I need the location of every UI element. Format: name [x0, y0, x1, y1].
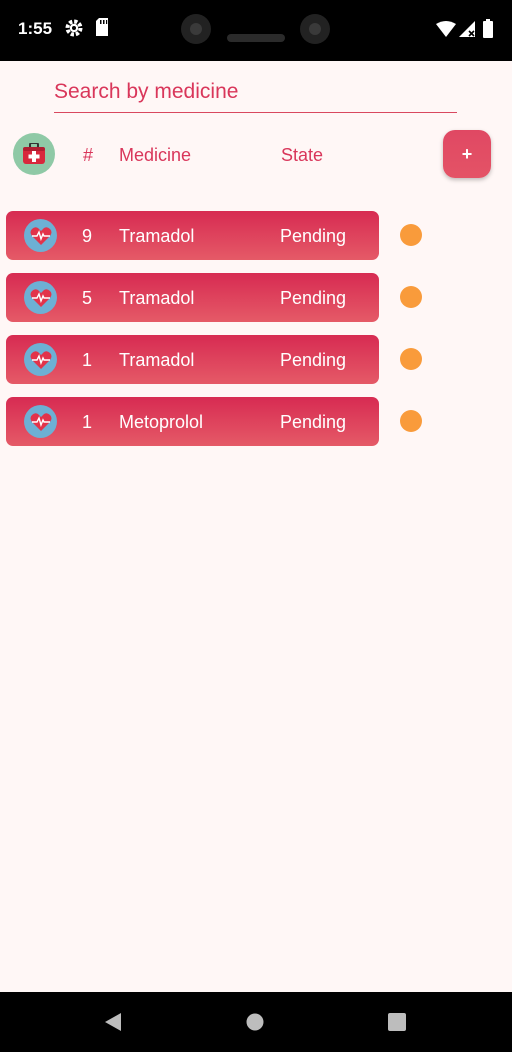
medicine-row[interactable]: 5 Tramadol Pending [6, 273, 379, 322]
medicine-row[interactable]: 1 Tramadol Pending [6, 335, 379, 384]
app-screen: 1:55 Search by medicine # Medicine State… [0, 0, 512, 1052]
home-icon[interactable] [246, 1013, 264, 1036]
search-field[interactable] [54, 76, 457, 113]
navigation-bar [0, 992, 512, 1052]
recents-icon[interactable] [388, 1013, 406, 1036]
back-icon[interactable] [103, 1012, 123, 1037]
row-medicine: Tramadol [119, 350, 195, 370]
column-header-medicine: Medicine [119, 145, 192, 165]
pending-status-dot [400, 224, 422, 246]
camera-notch [165, 0, 347, 58]
list-header: # Medicine State + [0, 128, 512, 182]
row-state: Pending [280, 226, 347, 246]
status-bar: 1:55 [0, 0, 512, 61]
wifi-icon [436, 21, 456, 42]
search-input[interactable] [54, 76, 457, 108]
status-time: 1:55 [18, 19, 53, 38]
gear-icon [64, 18, 84, 43]
battery-icon [483, 19, 493, 43]
row-medicine: Tramadol [119, 288, 195, 308]
pending-status-dot [400, 348, 422, 370]
row-medicine: Metoprolol [119, 412, 204, 432]
row-count: 1 [82, 412, 93, 432]
row-state: Pending [280, 288, 347, 308]
row-state: Pending [280, 412, 347, 432]
column-header-state: State [281, 145, 324, 165]
heart-pulse-icon [24, 219, 57, 252]
heart-pulse-icon [24, 281, 57, 314]
row-count: 9 [82, 226, 93, 246]
pending-status-dot [400, 410, 422, 432]
first-aid-kit-icon [13, 133, 55, 175]
signal-icon [459, 21, 476, 43]
row-count: 5 [82, 288, 93, 308]
add-medicine-button[interactable]: + [443, 130, 491, 178]
medicine-row[interactable]: 9 Tramadol Pending [6, 211, 379, 260]
row-count: 1 [82, 350, 93, 370]
front-camera [181, 14, 211, 44]
front-camera-secondary [300, 14, 330, 44]
heart-pulse-icon [24, 405, 57, 438]
row-medicine: Tramadol [119, 226, 195, 246]
medicine-row[interactable]: 1 Metoprolol Pending [6, 397, 379, 446]
heart-pulse-icon [24, 343, 57, 376]
row-state: Pending [280, 350, 347, 370]
sd-card-icon [95, 18, 109, 41]
pending-status-dot [400, 286, 422, 308]
column-header-number: # [83, 145, 94, 165]
earpiece-speaker [227, 34, 285, 42]
